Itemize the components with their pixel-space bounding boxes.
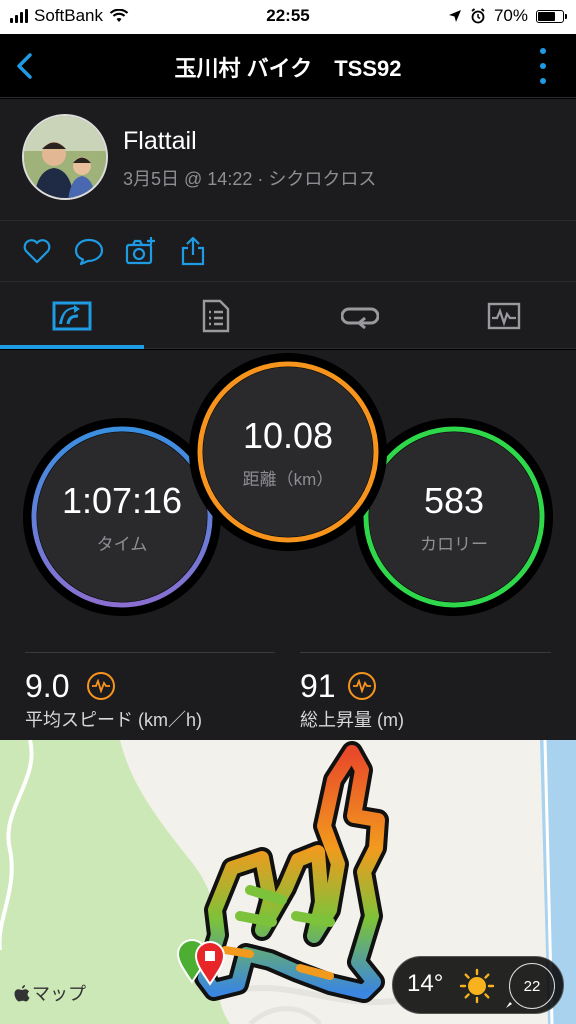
battery-percent: 70% bbox=[493, 6, 528, 25]
alarm-icon bbox=[471, 8, 485, 24]
stats-tab-icon bbox=[52, 301, 92, 330]
weather-temperature: 14° bbox=[407, 970, 444, 997]
add-photo-icon[interactable] bbox=[125, 235, 157, 267]
laps-tab-icon bbox=[341, 307, 379, 329]
distance-ring: 10.08 距離（km） bbox=[189, 353, 387, 551]
status-bar: SoftBank 22:55 70% bbox=[0, 0, 576, 34]
map-attribution-label: マップ bbox=[32, 984, 86, 1004]
time-label: タイム bbox=[96, 534, 148, 554]
distance-label: 距離（km） bbox=[242, 469, 334, 489]
elevation-label: 総上昇量 (m) bbox=[300, 710, 404, 730]
avg-speed-value: 9.0 bbox=[25, 668, 70, 704]
weather-badge[interactable]: 14° 22 bbox=[392, 956, 564, 1014]
pulse-icon bbox=[348, 672, 376, 700]
activity-date-type: 3月5日 @ 14:22 · シクロクロス bbox=[123, 169, 377, 189]
profile-header: Flattail 3月5日 @ 14:22 · シクロクロス bbox=[0, 99, 576, 221]
tab-bar bbox=[0, 282, 576, 349]
pulse-icon bbox=[87, 672, 115, 700]
wind-indicator: 22 bbox=[506, 963, 555, 1009]
more-options-icon[interactable] bbox=[538, 48, 548, 84]
distance-value: 10.08 bbox=[242, 414, 334, 456]
user-name[interactable]: Flattail bbox=[123, 127, 197, 156]
like-icon[interactable] bbox=[21, 235, 53, 267]
graphs-tab-icon bbox=[487, 302, 521, 329]
location-arrow-icon bbox=[448, 10, 461, 22]
map-attribution: マップ bbox=[14, 980, 86, 1006]
tab-laps[interactable] bbox=[288, 282, 432, 349]
time-value: 1:07:16 bbox=[61, 479, 183, 521]
start-marker-icon[interactable] bbox=[174, 936, 234, 986]
stats-panel: 1:07:16 タイム 583 カロリー 10.08 距離（km） 9.0 平均… bbox=[0, 350, 576, 740]
calories-label: カロリー bbox=[420, 534, 488, 554]
share-icon[interactable] bbox=[177, 235, 209, 267]
active-tab-indicator bbox=[0, 345, 144, 349]
apple-logo-icon bbox=[14, 985, 30, 1002]
elevation-value: 91 bbox=[300, 668, 336, 704]
details-tab-icon bbox=[202, 299, 230, 332]
activity-title: 玉川村 バイク TSS92 bbox=[174, 56, 402, 81]
avg-speed-label: 平均スピード (km／h) bbox=[25, 710, 202, 730]
avatar[interactable] bbox=[22, 114, 108, 200]
nav-bar: 玉川村 バイク TSS92 bbox=[0, 34, 576, 98]
battery-icon bbox=[536, 9, 567, 23]
route-map[interactable]: マップ 14° 22 bbox=[0, 740, 576, 1024]
tab-graphs[interactable] bbox=[432, 282, 576, 349]
comment-icon[interactable] bbox=[73, 235, 105, 267]
tab-stats[interactable] bbox=[0, 282, 144, 349]
calories-value: 583 bbox=[423, 479, 485, 521]
tab-details[interactable] bbox=[144, 282, 288, 349]
sun-icon bbox=[459, 968, 495, 1004]
action-bar bbox=[0, 221, 576, 282]
wind-direction-icon bbox=[506, 1002, 512, 1008]
